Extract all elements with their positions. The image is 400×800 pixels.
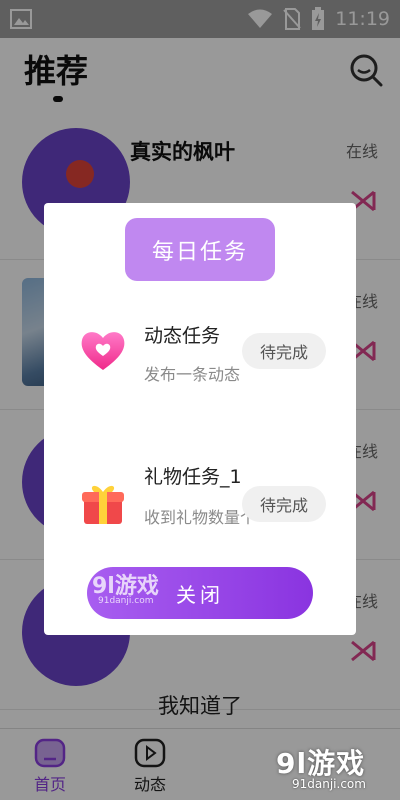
task-status-button[interactable]: 待完成: [242, 486, 326, 522]
watermark-logo: 9l游戏 91danji.com: [276, 742, 386, 796]
watermark-logo: 9l游戏 91danji.com: [92, 568, 212, 616]
task-item: 礼物任务_1 收到礼物数量个 待完成: [44, 458, 356, 548]
task-status-button[interactable]: 待完成: [242, 333, 326, 369]
task-name: 动态任务: [144, 325, 221, 347]
heart-icon: [81, 332, 125, 370]
modal-title: 每日任务: [125, 218, 275, 281]
watermark-text: 9l游戏: [276, 747, 366, 780]
gift-icon: [82, 485, 124, 524]
task-name: 礼物任务_1: [144, 466, 242, 488]
watermark-url: 91danji.com: [292, 777, 366, 791]
watermark-url: 91danji.com: [98, 596, 154, 606]
task-item: 动态任务 发布一条动态 待完成: [44, 315, 356, 405]
